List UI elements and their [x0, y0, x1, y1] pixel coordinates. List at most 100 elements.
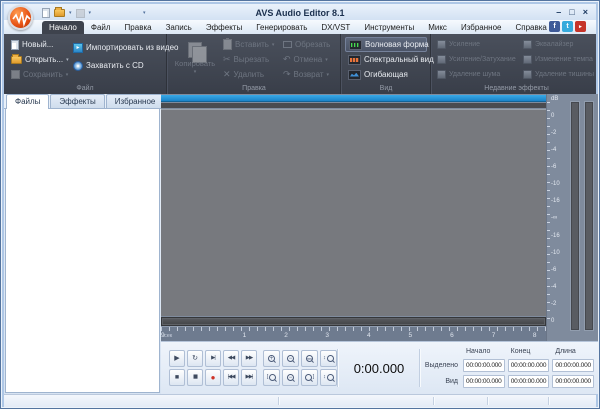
waveform-canvas[interactable]	[161, 109, 546, 316]
tab-generirovat[interactable]: Генерировать	[249, 21, 314, 34]
files-list-panel[interactable]	[5, 109, 160, 393]
view-start-field[interactable]: 00:00:00.000	[463, 374, 505, 388]
zoom-full-button[interactable]: −	[282, 369, 299, 386]
ruler-tick: 6	[450, 332, 454, 339]
zoom-to-ms-button[interactable]: ms	[301, 350, 318, 367]
db-label: -2	[551, 130, 557, 137]
row-view-label: Вид	[445, 377, 458, 385]
redo-button: ↷ Возврат ▾	[283, 69, 330, 80]
time-display: 0:00.000	[353, 360, 405, 376]
transport-panel: ▶ ↻ ▶| ◀◀ ▶▶ ■ ▮▮ ● |◀◀ ▶▶| + − ms ↕ [ −…	[161, 341, 598, 394]
minimize-button[interactable]: –	[556, 7, 561, 17]
tab-dxvst[interactable]: DX/VST	[314, 21, 357, 34]
facebook-icon[interactable]: f	[549, 21, 560, 32]
go-to-start-button[interactable]: |◀◀	[223, 369, 239, 386]
col-end-label: Конец	[510, 347, 531, 355]
twitter-icon[interactable]: t	[562, 21, 573, 32]
tab-miks[interactable]: Микс	[421, 21, 454, 34]
equalizer-icon	[523, 40, 532, 49]
play-to-end-button[interactable]: ▶|	[205, 350, 221, 367]
amplify-icon	[437, 40, 446, 49]
effect-tempo-button: Изменение темпа	[520, 52, 597, 67]
copy-dropdown-icon: ▾	[193, 68, 197, 75]
tab-favorites[interactable]: Избранное	[105, 94, 165, 108]
capture-from-cd-button[interactable]: Захватить с CD	[70, 58, 181, 73]
app-logo-icon[interactable]	[8, 5, 33, 30]
play-button[interactable]: ▶	[169, 350, 185, 367]
close-button[interactable]: ×	[583, 7, 588, 17]
horizontal-scrollbar[interactable]	[161, 317, 546, 326]
envelope-view-button[interactable]: Огибающая	[345, 67, 427, 82]
save-icon	[11, 70, 20, 79]
tab-files[interactable]: Файлы	[6, 94, 50, 109]
tab-pravka[interactable]: Правка	[118, 21, 159, 34]
open-button[interactable]: Открыть... ▾	[8, 52, 72, 67]
col-start-label: Начало	[466, 347, 491, 355]
track-header-bar[interactable]	[161, 95, 546, 102]
tab-zapis[interactable]: Запись	[159, 21, 199, 34]
tab-instrumenty[interactable]: Инструменты	[357, 21, 421, 34]
redo-dropdown-icon: ▾	[326, 71, 330, 78]
window-title: AVS Audio Editor 8.1	[255, 8, 345, 18]
record-button[interactable]: ●	[205, 369, 221, 386]
db-label: -10	[551, 181, 560, 188]
trim-icon	[283, 41, 292, 48]
zoom-selection-start-button[interactable]: [	[263, 369, 280, 386]
ribbon: Новый... Открыть... ▾ Сохранить ▾ ▸ Импо…	[4, 34, 596, 94]
trim-button: Обрезать	[280, 37, 333, 52]
silence-removal-icon	[523, 70, 532, 79]
go-to-end-button[interactable]: ▶▶|	[241, 369, 257, 386]
pause-button[interactable]: ▮▮	[187, 369, 203, 386]
import-from-video-button[interactable]: ▸ Импортировать из видео	[70, 40, 181, 55]
tab-effekty[interactable]: Эффекты	[199, 21, 249, 34]
scrollbar-thumb[interactable]	[162, 318, 545, 325]
vertical-zoom-in-button[interactable]: ↕	[320, 350, 337, 367]
group-label-edit: Правка	[242, 85, 266, 92]
ribbon-group-file: Новый... Открыть... ▾ Сохранить ▾ ▸ Импо…	[4, 34, 178, 94]
divider	[419, 349, 420, 387]
youtube-icon[interactable]: ►	[575, 21, 586, 32]
tab-effects[interactable]: Эффекты	[50, 94, 105, 108]
ribbon-group-edit: Копировать ▾ Вставить ▾ ✂ Вырезать ✕ Уда…	[168, 34, 340, 94]
maximize-button[interactable]: □	[569, 7, 574, 17]
zoom-in-button[interactable]: +	[263, 350, 280, 367]
stop-button[interactable]: ■	[169, 369, 185, 386]
effect-amplify-button: Усиление	[434, 37, 519, 52]
undo-icon: ↶	[283, 54, 291, 64]
tab-izbrannoe[interactable]: Избранное	[454, 21, 509, 34]
zoom-selection-end-button[interactable]: ]	[301, 369, 318, 386]
tempo-icon	[523, 55, 532, 64]
col-length-label: Длина	[555, 347, 576, 355]
zoom-out-button[interactable]: −	[282, 350, 299, 367]
cut-icon: ✂	[223, 54, 231, 64]
tab-spravka[interactable]: Справка	[508, 21, 553, 34]
db-label: -2	[551, 300, 557, 307]
db-label: -4	[551, 147, 557, 154]
new-button[interactable]: Новый...	[8, 37, 72, 52]
view-end-field[interactable]: 00:00:00.000	[507, 374, 550, 388]
window-controls: – □ ×	[556, 7, 588, 17]
selected-length-field[interactable]: 00:00:00.000	[552, 358, 594, 372]
selected-start-field[interactable]: 00:00:00.000	[463, 358, 505, 372]
cd-icon	[73, 60, 83, 71]
waveform-view-button[interactable]: Волновая форма	[345, 37, 429, 52]
selected-end-field[interactable]: 00:00:00.000	[507, 358, 550, 372]
row-selected-label: Выделено	[424, 361, 458, 369]
rewind-button[interactable]: ◀◀	[223, 350, 239, 367]
ruler-tick: 8	[532, 332, 537, 339]
envelope-icon	[348, 69, 361, 80]
marker-bar[interactable]	[161, 103, 546, 108]
time-ruler[interactable]: сек 1 2 3 4 5 6 7 8 9	[161, 326, 546, 341]
spectral-view-button[interactable]: Спектральный вид	[345, 52, 434, 67]
tab-fail[interactable]: Файл	[84, 21, 118, 34]
db-label: -6	[551, 266, 557, 273]
tab-nachalo[interactable]: Начало	[42, 21, 84, 34]
view-length-field[interactable]: 00:00:00.000	[552, 374, 594, 388]
fast-forward-button[interactable]: ▶▶	[241, 350, 257, 367]
db-label: -6	[551, 164, 557, 171]
open-dropdown-icon[interactable]: ▾	[66, 57, 69, 63]
vertical-zoom-out-button[interactable]: ↕	[320, 369, 337, 386]
status-bar	[4, 394, 596, 407]
ruler-tick: 3	[325, 332, 330, 339]
loop-button[interactable]: ↻	[187, 350, 203, 367]
